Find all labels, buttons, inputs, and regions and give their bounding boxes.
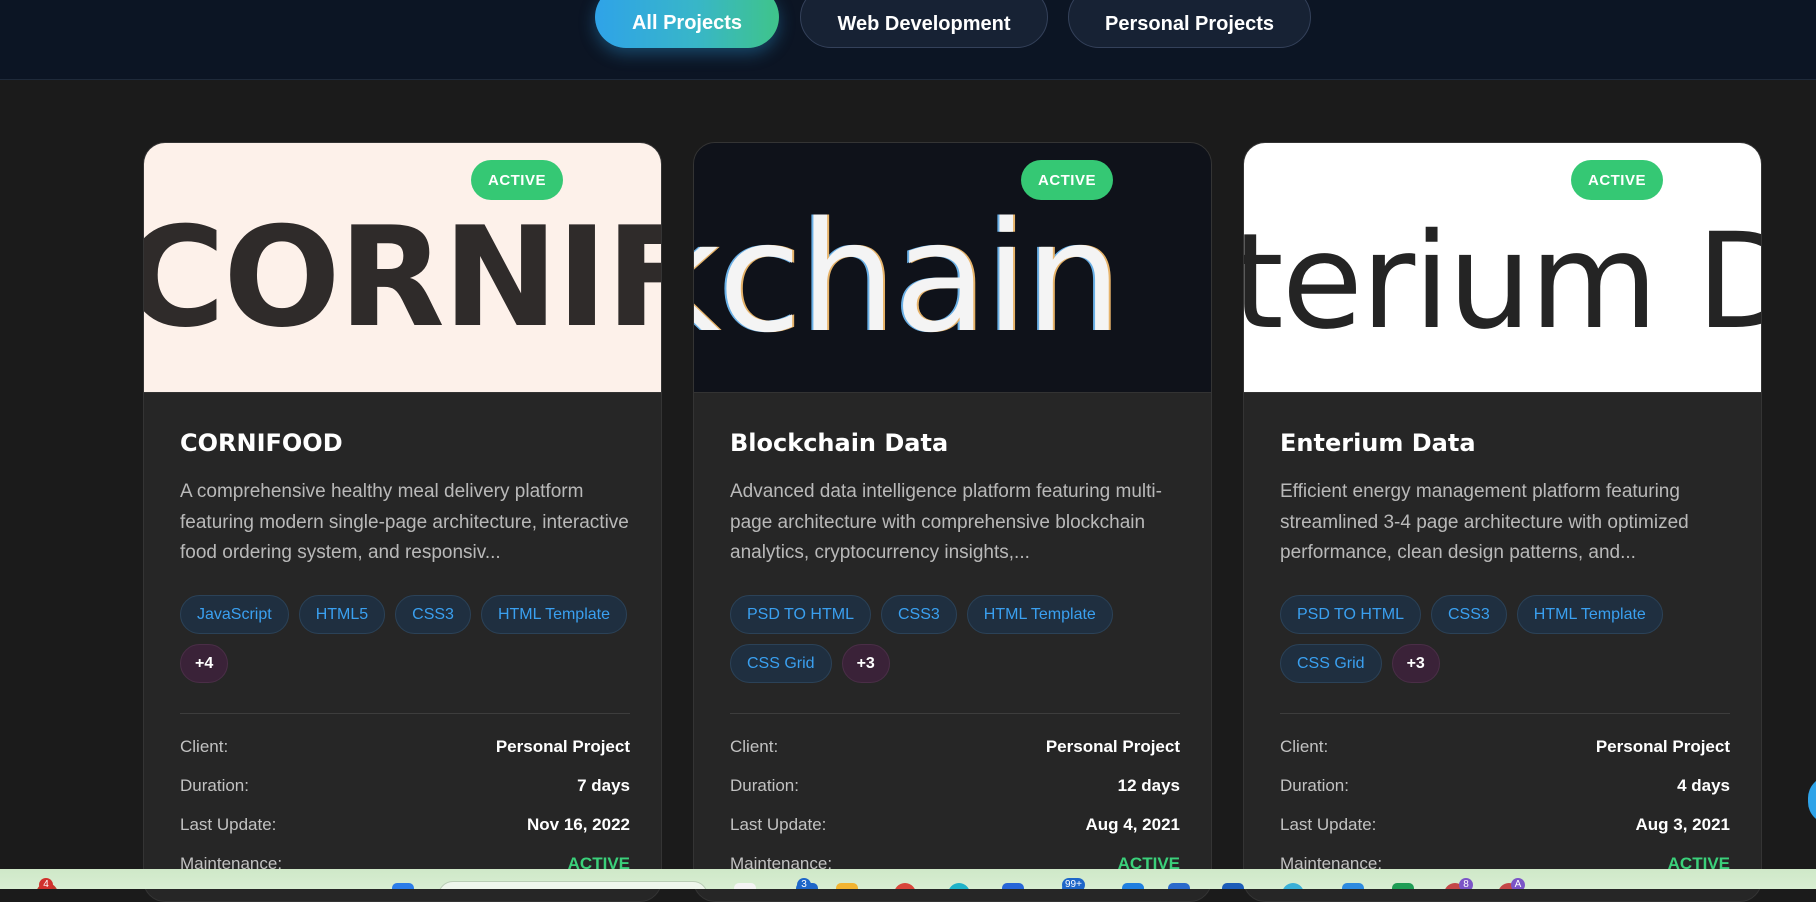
meta-label: Last Update: (1280, 815, 1377, 834)
more-tags-badge[interactable]: +3 (1391, 644, 1440, 683)
filter-web-development[interactable]: Web Development (800, 0, 1048, 48)
meta-value: Personal Project (495, 737, 630, 756)
project-description: A comprehensive healthy meal delivery pl… (180, 481, 629, 563)
status-badge: ACTIVE (1571, 160, 1663, 200)
meta-value: 4 days (1677, 776, 1730, 795)
tech-tag: PSD TO HTML (1280, 595, 1421, 634)
meta-label: Client: (730, 737, 779, 756)
tech-tag: JavaScript (180, 595, 289, 634)
more-tags-badge[interactable]: +4 (180, 644, 229, 683)
status-badge: ACTIVE (1021, 160, 1113, 200)
app-icon[interactable] (1002, 883, 1024, 889)
tech-tag: HTML Template (1516, 595, 1663, 634)
divider (180, 713, 630, 714)
filter-bar: All Projects Web Development Personal Pr… (0, 0, 1816, 80)
meta-value: Personal Project (1595, 737, 1730, 756)
notification-badge: 4 (39, 878, 53, 889)
meta-label: Duration: (730, 776, 799, 795)
tag-list: PSD TO HTML CSS3 HTML Template CSS Grid … (1280, 595, 1730, 683)
app-icon[interactable] (734, 883, 756, 889)
filter-all-projects[interactable]: All Projects (595, 0, 779, 48)
tag-list: PSD TO HTML CSS3 HTML Template CSS Grid … (730, 595, 1180, 683)
project-card-blockchain-data[interactable]: kchain ACTIVE Blockchain Data Advanced d… (693, 142, 1212, 902)
thumbnail-text: terium De (1244, 205, 1761, 359)
app-icon[interactable] (1392, 883, 1414, 889)
divider (1280, 713, 1730, 714)
browser-icon[interactable] (948, 883, 970, 889)
app-icon[interactable] (1168, 883, 1190, 889)
app-icon[interactable] (894, 883, 916, 889)
meta-label: Last Update: (730, 815, 827, 834)
meta-value: 7 days (577, 776, 630, 795)
taskbar-search-input[interactable] (438, 881, 708, 889)
mail-icon[interactable] (1342, 883, 1364, 889)
meta-label: Last Update: (180, 815, 277, 834)
notification-badge: 99+ (1062, 878, 1085, 889)
folder-icon[interactable] (836, 883, 858, 889)
project-title[interactable]: Blockchain Data (730, 429, 948, 457)
notification-badge: A (1511, 878, 1525, 889)
start-icon[interactable] (392, 883, 414, 889)
meta-last-update: Last Update: Aug 4, 2021 (730, 813, 1180, 837)
tech-tag: HTML5 (298, 595, 386, 634)
status-badge: ACTIVE (471, 160, 563, 200)
tech-tag: CSS Grid (1280, 644, 1382, 683)
project-card-enterium-data[interactable]: terium De ACTIVE Enterium Data Efficient… (1243, 142, 1762, 902)
tech-tag: CSS Grid (730, 644, 832, 683)
meta-label: Duration: (1280, 776, 1349, 795)
project-card-cornifood[interactable]: CORNIF ACTIVE CORNIFOOD A comprehensive … (143, 142, 662, 902)
tech-tag: HTML Template (480, 595, 627, 634)
project-thumbnail[interactable]: CORNIF ACTIVE (144, 143, 662, 393)
project-description: Advanced data intelligence platform feat… (730, 481, 1162, 563)
notification-badge: 8 (1459, 878, 1473, 889)
meta-last-update: Last Update: Aug 3, 2021 (1280, 813, 1730, 837)
meta-value: Personal Project (1045, 737, 1180, 756)
thumbnail-text: CORNIF (144, 197, 662, 358)
project-thumbnail[interactable]: terium De ACTIVE (1244, 143, 1761, 393)
os-taskbar: 4 3 99+ 8 A (0, 869, 1816, 889)
app-icon[interactable] (1282, 883, 1304, 889)
tech-tag: HTML Template (966, 595, 1113, 634)
project-thumbnail[interactable]: kchain ACTIVE (694, 143, 1211, 393)
divider (730, 713, 1180, 714)
meta-client: Client: Personal Project (730, 735, 1180, 759)
meta-client: Client: Personal Project (1280, 735, 1730, 759)
meta-last-update: Last Update: Nov 16, 2022 (180, 813, 630, 837)
meta-duration: Duration: 7 days (180, 774, 630, 798)
meta-value: Aug 3, 2021 (1635, 815, 1731, 834)
project-description: Efficient energy management platform fea… (1280, 481, 1689, 563)
filter-label: Web Development (837, 12, 1011, 35)
meta-value: 12 days (1117, 776, 1180, 795)
filter-label: All Projects (631, 11, 743, 34)
tag-list: JavaScript HTML5 CSS3 HTML Template +4 (180, 595, 630, 683)
meta-client: Client: Personal Project (180, 735, 630, 759)
project-title[interactable]: Enterium Data (1280, 429, 1476, 457)
meta-label: Duration: (180, 776, 249, 795)
meta-value: Aug 4, 2021 (1085, 815, 1181, 834)
meta-duration: Duration: 4 days (1280, 774, 1730, 798)
meta-duration: Duration: 12 days (730, 774, 1180, 798)
tech-tag: CSS3 (395, 595, 471, 634)
tech-tag: PSD TO HTML (730, 595, 871, 634)
tech-tag: CSS3 (880, 595, 957, 634)
notification-badge: 3 (797, 878, 811, 889)
meta-label: Client: (180, 737, 229, 756)
project-title[interactable]: CORNIFOOD (180, 429, 343, 457)
floating-chat-button[interactable] (1808, 776, 1816, 824)
tech-tag: CSS3 (1430, 595, 1507, 634)
filter-label: Personal Projects (1105, 12, 1274, 35)
filter-personal-projects[interactable]: Personal Projects (1068, 0, 1311, 48)
meta-label: Client: (1280, 737, 1329, 756)
app-icon[interactable] (1222, 883, 1244, 889)
more-tags-badge[interactable]: +3 (841, 644, 890, 683)
app-icon[interactable] (1122, 883, 1144, 889)
thumbnail-text: kchain (694, 189, 1122, 366)
meta-value: Nov 16, 2022 (526, 815, 630, 834)
